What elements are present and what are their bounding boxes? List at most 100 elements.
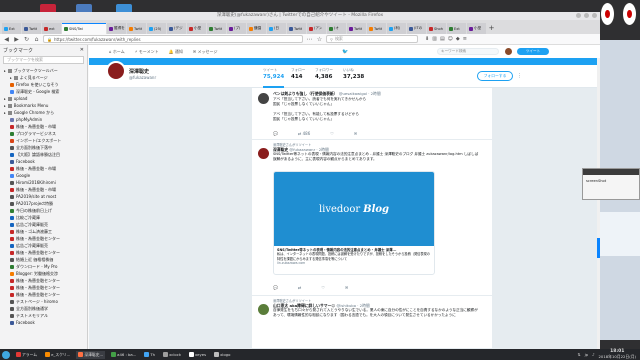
- search-bar[interactable]: ⚲ 検索: [326, 35, 418, 43]
- taskbar-item[interactable]: xlogo: [212, 351, 232, 359]
- expand-arrow-icon[interactable]: ▸: [4, 97, 6, 101]
- browser-tab[interactable]: (オ: [327, 23, 346, 34]
- start-menu-icon[interactable]: [2, 350, 10, 359]
- sidebar-icon[interactable]: ▤: [440, 36, 445, 42]
- browser-tab[interactable]: 小型: [467, 23, 486, 34]
- bookmark-item[interactable]: phpMyAdmin: [0, 116, 87, 123]
- dm-icon[interactable]: ✉: [354, 131, 357, 136]
- sidebar-close-icon[interactable]: ✕: [80, 47, 84, 53]
- bookmark-item[interactable]: 株価・為替金融センター: [0, 249, 87, 256]
- browser-tab[interactable]: Shoh: [427, 23, 446, 34]
- bookmark-item[interactable]: 全方面別株価下落中: [0, 144, 87, 151]
- bookmark-item[interactable]: 株価・為替金融センター: [0, 284, 87, 291]
- browser-tab[interactable]: (日: [267, 23, 286, 34]
- retweet-icon[interactable]: ⇄ 486: [298, 131, 310, 136]
- nav-messages[interactable]: ✉ メッセージ: [193, 49, 218, 55]
- extension-icon[interactable]: ◆: [456, 36, 460, 42]
- profile-avatar[interactable]: [106, 61, 126, 81]
- bookmark-item[interactable]: 比較ご冷蔵庫: [0, 214, 87, 221]
- bookmark-folder[interactable]: ▸ upload: [0, 95, 87, 102]
- page-actions-icon[interactable]: ⋯: [306, 36, 313, 43]
- account-avatar[interactable]: [505, 48, 512, 55]
- bookmark-item[interactable]: Facebook: [0, 158, 87, 165]
- taskbar-item[interactable]: アラーム: [14, 351, 39, 359]
- reply-icon[interactable]: 💬: [273, 131, 278, 136]
- browser-tab[interactable]: 小型: [187, 23, 206, 34]
- sync-icon[interactable]: ☺: [448, 36, 453, 42]
- expand-arrow-icon[interactable]: ▸: [4, 111, 6, 115]
- download-icon[interactable]: ⬇: [425, 36, 429, 42]
- link-card[interactable]: livedoor Blog SNS/Twitter等ネットの表現・情報内容の法的注…: [273, 171, 435, 275]
- twitter-search-input[interactable]: キーワード検索: [437, 48, 499, 55]
- browser-tab[interactable]: Ext: [2, 23, 21, 34]
- bookmark-star-icon[interactable]: ☆: [316, 36, 323, 43]
- volume-icon[interactable]: ♪: [592, 352, 594, 357]
- follow-button[interactable]: フォローする: [477, 71, 513, 81]
- browser-tab[interactable]: (デジ: [167, 23, 186, 34]
- clock[interactable]: 18:01 2018年10月22日(月): [599, 349, 636, 359]
- menu-icon[interactable]: ≡: [463, 36, 467, 42]
- bookmark-item[interactable]: 株価・為替金融・市場: [0, 186, 87, 193]
- profile-name[interactable]: 深澤聡史: [129, 68, 149, 75]
- bookmark-item[interactable]: Hiromi2016Kihiromi: [0, 179, 87, 186]
- bookmark-item[interactable]: Google: [0, 172, 87, 179]
- new-tab-button[interactable]: +: [487, 23, 496, 34]
- browser-tab[interactable]: Twitt: [347, 23, 366, 34]
- tweet-item[interactable]: 深澤聡史さんがリツイート 深澤聡史 @fukazawanr · 2時間 SNS/…: [252, 140, 492, 296]
- taskbar-item[interactable]: e_スクリ...: [43, 351, 72, 359]
- browser-tab[interactable]: (プ(: [227, 23, 246, 34]
- browser-tab[interactable]: Twitt: [287, 23, 306, 34]
- bookmark-item[interactable]: 【大阪】論語林勝店注目: [0, 151, 87, 158]
- twitter-bird-icon[interactable]: 🐦: [342, 49, 348, 55]
- bookmark-item[interactable]: 広告ご冷蔵庫販売: [0, 242, 87, 249]
- stat-followers[interactable]: フォロワー 4,386: [315, 68, 333, 80]
- sidebar-title[interactable]: ブックマーク: [3, 47, 33, 54]
- like-icon[interactable]: ♡: [321, 285, 325, 290]
- browser-tab[interactable]: 鎌園: [247, 23, 266, 34]
- expand-arrow-icon[interactable]: ▸: [4, 69, 6, 73]
- browser-tab[interactable]: (アン: [307, 23, 326, 34]
- reply-icon[interactable]: 💬: [273, 285, 278, 290]
- url-bar[interactable]: 🔒 https://twitter.com/fukazawanr/with_re…: [43, 35, 303, 43]
- reload-icon[interactable]: ↻: [23, 36, 30, 43]
- browser-tab[interactable]: Twitt: [127, 23, 146, 34]
- browser-tab[interactable]: 獲得を: [107, 23, 126, 34]
- bookmark-item[interactable]: 株価・為替金融・市場: [0, 165, 87, 172]
- bookmark-item[interactable]: Firefox を使いこなそう: [0, 81, 87, 88]
- expand-arrow-icon[interactable]: ▸: [10, 76, 12, 80]
- taskbar-item[interactable]: Th: [142, 351, 157, 359]
- bookmark-item[interactable]: 株価・ゴム済液藤工: [0, 228, 87, 235]
- taskbar-item[interactable]: xclock: [161, 351, 183, 359]
- bookmark-folder[interactable]: ▸ よく見るページ: [0, 74, 87, 81]
- like-icon[interactable]: ♡: [330, 131, 334, 136]
- browser-tab[interactable]: Twitt: [367, 23, 386, 34]
- bookmark-item[interactable]: 株価・為替金融センター: [0, 291, 87, 298]
- browser-tab[interactable]: (利(: [387, 23, 406, 34]
- bookmark-folder[interactable]: ▸ ブックマークツールバー: [0, 67, 87, 74]
- more-options-icon[interactable]: ⋮: [517, 73, 522, 79]
- network-icon[interactable]: ⇅: [577, 352, 580, 357]
- forward-icon[interactable]: ▶: [13, 36, 20, 43]
- bookmark-item[interactable]: 株価・為替金融センター: [0, 235, 87, 242]
- bookmark-item[interactable]: テストメモリアル: [0, 312, 87, 319]
- bookmark-item[interactable]: インポート/エクスポート: [0, 137, 87, 144]
- bookmark-item[interactable]: PA2019/site at most: [0, 193, 87, 200]
- bookmark-folder[interactable]: ▸ Bookmarks Menu: [0, 102, 87, 109]
- bookmark-item[interactable]: PA2017project特勝: [0, 200, 87, 207]
- bookmark-item[interactable]: ダウンロード - My Pro: [0, 263, 87, 270]
- dm-icon[interactable]: ✉: [345, 285, 348, 290]
- tweet-avatar[interactable]: [258, 304, 269, 315]
- ime-indicator[interactable]: jp: [585, 352, 588, 357]
- browser-tab[interactable]: Twitt: [22, 23, 41, 34]
- nav-home[interactable]: ⌂ ホーム: [109, 49, 125, 55]
- taskbar-item[interactable]: xeyes: [187, 351, 208, 359]
- bookmark-item[interactable]: 深澤聡史 - Google 検索: [0, 88, 87, 95]
- screenshot-dialog[interactable]: screenShot: [582, 168, 640, 200]
- bookmark-item[interactable]: Facebook: [0, 319, 87, 326]
- minimize-icon[interactable]: [576, 13, 581, 18]
- taskbar-item[interactable]: a46 : ba...: [109, 351, 138, 359]
- bookmark-item[interactable]: Blogger: 労働価格交渉: [0, 270, 87, 277]
- browser-tab[interactable]: Twitt: [207, 23, 226, 34]
- tweet-avatar[interactable]: [258, 148, 269, 159]
- tweet-avatar[interactable]: [258, 93, 269, 104]
